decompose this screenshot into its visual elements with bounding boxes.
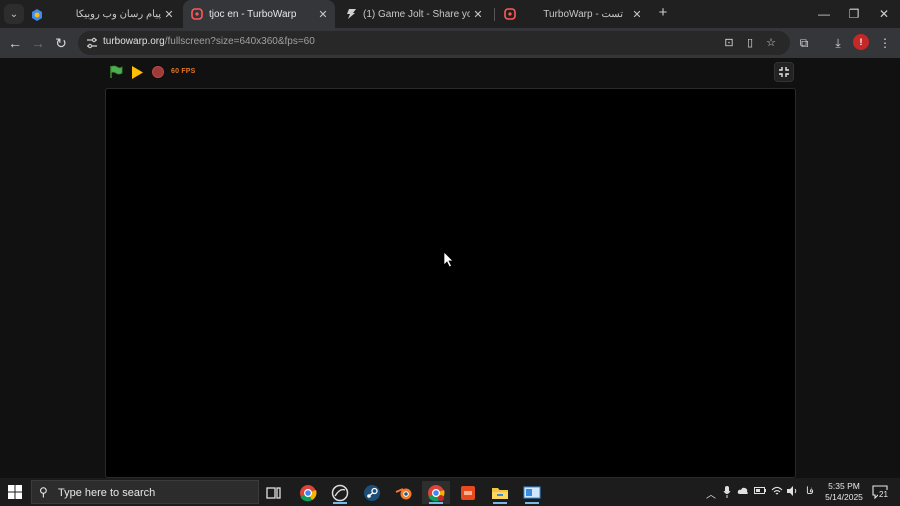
- running-indicator: [333, 502, 347, 504]
- mouse-cursor-icon: [443, 251, 454, 268]
- close-icon[interactable]: ✕: [629, 8, 645, 21]
- close-window-button[interactable]: ✕: [869, 0, 899, 28]
- running-indicator: [429, 502, 443, 504]
- tab-tjoc-turbowarp[interactable]: tjoc en - TurboWarp ✕: [183, 0, 335, 28]
- url-text: turbowarp.org/fullscreen?size=640x360&fp…: [103, 36, 315, 47]
- back-button[interactable]: ←: [5, 33, 25, 53]
- project-stage[interactable]: [105, 88, 796, 478]
- chrome-profile-taskbar-icon[interactable]: [422, 481, 450, 504]
- search-icon: ⚲: [39, 485, 48, 499]
- profile-avatar[interactable]: !: [853, 34, 869, 50]
- search-placeholder: Type here to search: [58, 487, 156, 499]
- battery-icon[interactable]: [754, 486, 766, 498]
- tab-search-button[interactable]: ⌄: [4, 4, 24, 24]
- microphone-icon[interactable]: [723, 486, 731, 501]
- minimize-button[interactable]: —: [809, 0, 839, 28]
- close-icon[interactable]: ✕: [315, 8, 331, 21]
- page-content: 60 FPS: [0, 58, 900, 478]
- tab-title: پیام رسان وب روبیکا: [75, 8, 161, 20]
- tab-separator: [494, 8, 495, 21]
- stage-controls: 60 FPS: [0, 58, 900, 88]
- windows-start-icon[interactable]: [8, 485, 22, 499]
- tab-rubika[interactable]: پیام رسان وب روبیکا ✕: [56, 0, 181, 28]
- close-icon[interactable]: ✕: [470, 8, 486, 21]
- windows-taskbar: ⚲ Type here to search ︿ فا 5:35 PM 5/14/…: [0, 478, 900, 506]
- app-taskbar-icon[interactable]: [454, 481, 482, 504]
- running-indicator: [525, 502, 539, 504]
- menu-kebab-icon[interactable]: ⋮: [877, 35, 893, 51]
- downloads-icon[interactable]: ⤓: [830, 35, 846, 51]
- game-jolt-favicon-icon: [345, 8, 357, 20]
- restore-button[interactable]: ❐: [839, 0, 869, 28]
- open-in-app-icon[interactable]: ▯: [743, 36, 757, 50]
- new-tab-button[interactable]: +: [655, 5, 671, 21]
- onedrive-cloud-icon[interactable]: [737, 486, 749, 498]
- file-explorer-taskbar-icon[interactable]: [486, 481, 514, 504]
- exit-fullscreen-icon[interactable]: [774, 62, 794, 82]
- clock-date: 5/14/2025: [825, 492, 863, 502]
- tab-turbowarp-test[interactable]: TurboWarp - تست ✕: [496, 0, 649, 28]
- clock-time: 5:35 PM: [828, 481, 860, 491]
- chevron-down-icon: ⌄: [9, 8, 19, 20]
- install-app-icon[interactable]: ⊡: [722, 36, 736, 50]
- green-flag-icon[interactable]: [109, 65, 123, 79]
- chrome-taskbar-icon[interactable]: [294, 481, 322, 504]
- close-icon[interactable]: ✕: [161, 8, 177, 21]
- notification-center-button[interactable]: 21: [872, 485, 889, 499]
- steam-taskbar-icon[interactable]: [358, 481, 386, 504]
- tab-title: tjoc en - TurboWarp: [209, 8, 297, 20]
- chrome-logo-icon[interactable]: [31, 8, 43, 21]
- fps-indicator: 60 FPS: [171, 68, 196, 75]
- bookmark-star-icon[interactable]: ☆: [764, 36, 778, 50]
- forward-button[interactable]: →: [28, 33, 48, 53]
- extensions-icon[interactable]: ⧉: [796, 35, 812, 51]
- tab-title: TurboWarp - تست: [543, 8, 623, 20]
- url-host: turbowarp.org: [103, 36, 165, 47]
- screen-app-taskbar-icon[interactable]: [518, 481, 546, 504]
- reload-button[interactable]: ↻: [51, 33, 71, 53]
- task-view-icon[interactable]: [260, 481, 288, 504]
- browser-toolbar: ← → ↻ turbowarp.org/fullscreen?size=640x…: [0, 28, 900, 58]
- volume-icon[interactable]: [786, 486, 798, 499]
- chevron-up-icon[interactable]: ︿: [706, 486, 716, 501]
- stop-icon[interactable]: [152, 66, 164, 78]
- tab-game-jolt[interactable]: (1) Game Jolt - Share your creati ✕: [337, 0, 490, 28]
- bluestacks-taskbar-icon[interactable]: [326, 481, 354, 504]
- tab-title: (1) Game Jolt - Share your creati: [363, 8, 470, 20]
- running-indicator: [493, 502, 507, 504]
- input-language-indicator[interactable]: فا: [806, 486, 814, 497]
- url-path: /fullscreen?size=640x360&fps=60: [164, 36, 315, 47]
- blender-taskbar-icon[interactable]: [390, 481, 418, 504]
- taskbar-clock[interactable]: 5:35 PM 5/14/2025: [823, 481, 865, 503]
- notification-count-badge: 21: [878, 490, 889, 499]
- tab-strip: ⌄ پیام رسان وب روبیکا ✕ tjoc en - TurboW…: [0, 0, 900, 28]
- site-info-icon[interactable]: [85, 36, 99, 50]
- turbowarp-favicon-icon: [191, 8, 203, 20]
- wifi-icon[interactable]: [771, 486, 783, 499]
- play-icon[interactable]: [131, 66, 144, 79]
- address-bar[interactable]: turbowarp.org/fullscreen?size=640x360&fp…: [78, 31, 790, 55]
- turbowarp-favicon-icon: [504, 8, 516, 20]
- taskbar-search-box[interactable]: ⚲ Type here to search: [31, 480, 259, 504]
